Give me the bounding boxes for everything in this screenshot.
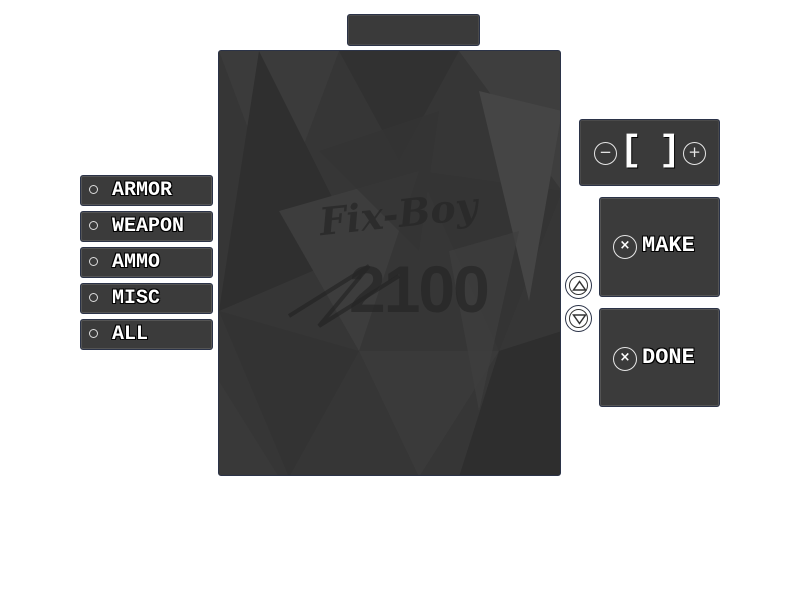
category-all-button[interactable]: ALL bbox=[80, 319, 213, 350]
make-label: MAKE bbox=[642, 233, 695, 258]
category-weapon-button[interactable]: WEAPON bbox=[80, 211, 213, 242]
category-label: AMMO bbox=[112, 251, 161, 274]
scroll-up-button[interactable] bbox=[565, 272, 592, 299]
category-label: MISC bbox=[112, 287, 161, 310]
quantity-selector: − [ ] + bbox=[579, 119, 720, 186]
close-circle-icon: × bbox=[613, 235, 637, 259]
category-label: WEAPON bbox=[112, 215, 185, 238]
done-button[interactable]: × DONE bbox=[599, 308, 720, 407]
left-bracket: [ bbox=[620, 130, 642, 171]
right-bracket: ] bbox=[659, 130, 681, 171]
category-armor-button[interactable]: ARMOR bbox=[80, 175, 213, 206]
make-button[interactable]: × MAKE bbox=[599, 197, 720, 297]
scroll-down-button[interactable] bbox=[565, 305, 592, 332]
radio-icon bbox=[89, 185, 98, 194]
category-label: ALL bbox=[112, 323, 149, 346]
item-display-panel: Fix-Boy 2100 bbox=[218, 50, 561, 476]
done-label: DONE bbox=[642, 345, 695, 370]
chevron-up-icon bbox=[572, 280, 587, 291]
radio-icon bbox=[89, 257, 98, 266]
radio-icon bbox=[89, 329, 98, 338]
radio-icon bbox=[89, 293, 98, 302]
chevron-down-icon bbox=[572, 314, 587, 325]
category-ammo-button[interactable]: AMMO bbox=[80, 247, 213, 278]
title-bar bbox=[347, 14, 480, 46]
crafting-screen: Fix-Boy 2100 ARMOR WEAPON AMMO MISC ALL … bbox=[0, 0, 800, 600]
close-circle-icon: × bbox=[613, 347, 637, 371]
category-label: ARMOR bbox=[112, 179, 173, 202]
radio-icon bbox=[89, 221, 98, 230]
category-misc-button[interactable]: MISC bbox=[80, 283, 213, 314]
fix-boy-logo: Fix-Boy 2100 bbox=[279, 176, 509, 346]
logo-number-text: 2100 bbox=[349, 252, 490, 326]
category-list: ARMOR WEAPON AMMO MISC ALL bbox=[80, 175, 213, 355]
plus-icon[interactable]: + bbox=[683, 142, 706, 165]
minus-icon[interactable]: − bbox=[594, 142, 617, 165]
